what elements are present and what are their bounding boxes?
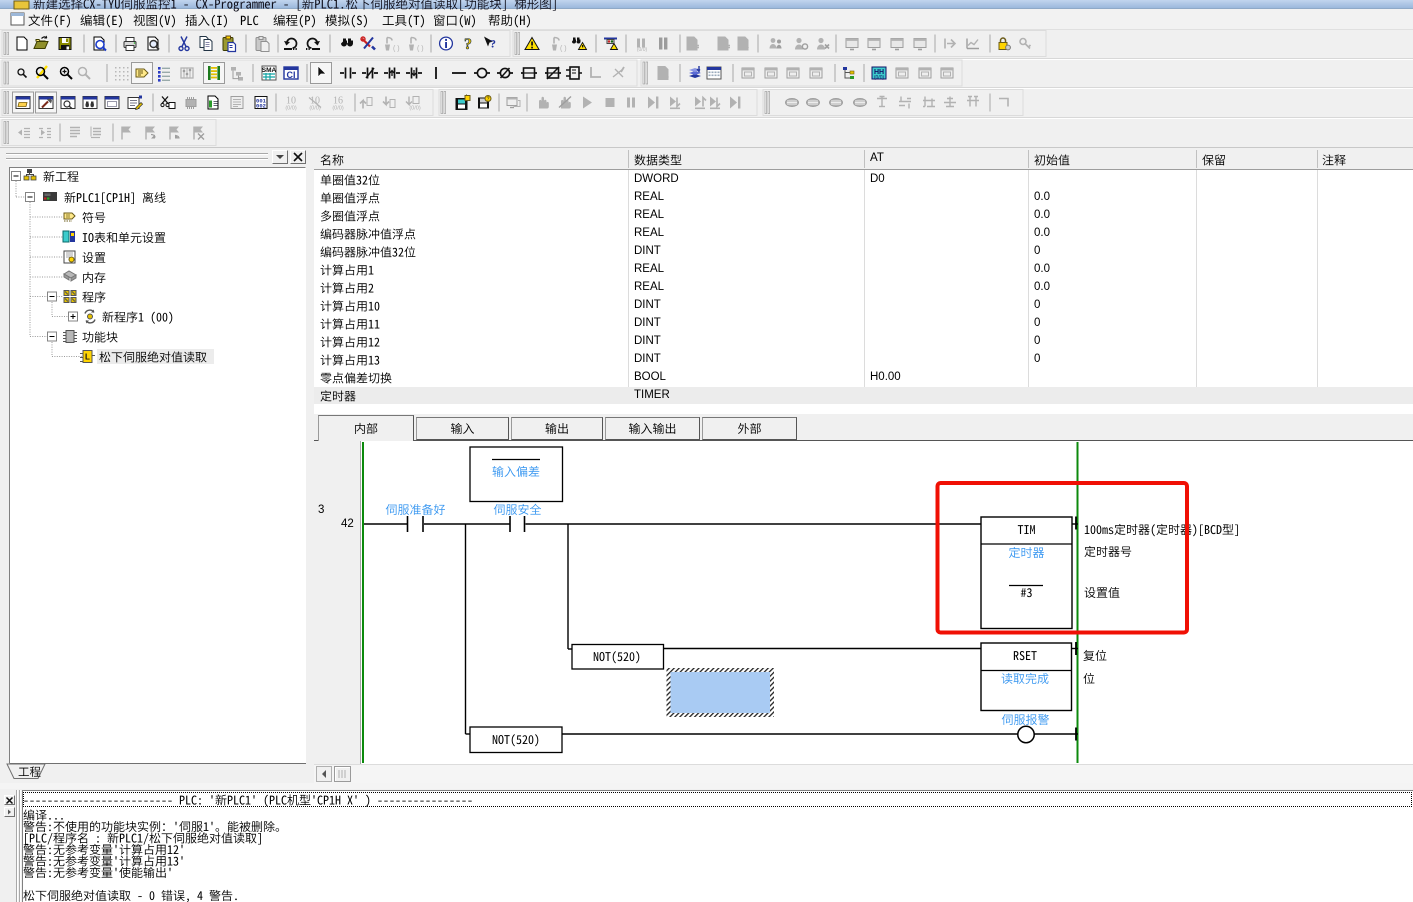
svg-text:(0/0): (0/0) bbox=[332, 106, 343, 112]
svg-text:( ): ( ) bbox=[393, 46, 400, 53]
svg-text:(0/0): (0/0) bbox=[409, 106, 420, 112]
svg-text:(0/0): (0/0) bbox=[874, 75, 885, 81]
svg-text:(0/0): (0/0) bbox=[637, 47, 648, 53]
svg-text:?: ? bbox=[487, 97, 490, 103]
svg-text:?: ? bbox=[490, 37, 496, 51]
svg-text:( ): ( ) bbox=[417, 46, 424, 53]
svg-text:?: ? bbox=[464, 36, 472, 53]
svg-text:( ): ( ) bbox=[560, 46, 567, 53]
svg-text:SMA: SMA bbox=[262, 67, 277, 74]
svg-text:CI: CI bbox=[287, 70, 296, 80]
svg-text:(0/0): (0/0) bbox=[285, 106, 296, 112]
svg-text:L: L bbox=[85, 353, 90, 362]
svg-text:002: 002 bbox=[256, 103, 266, 110]
